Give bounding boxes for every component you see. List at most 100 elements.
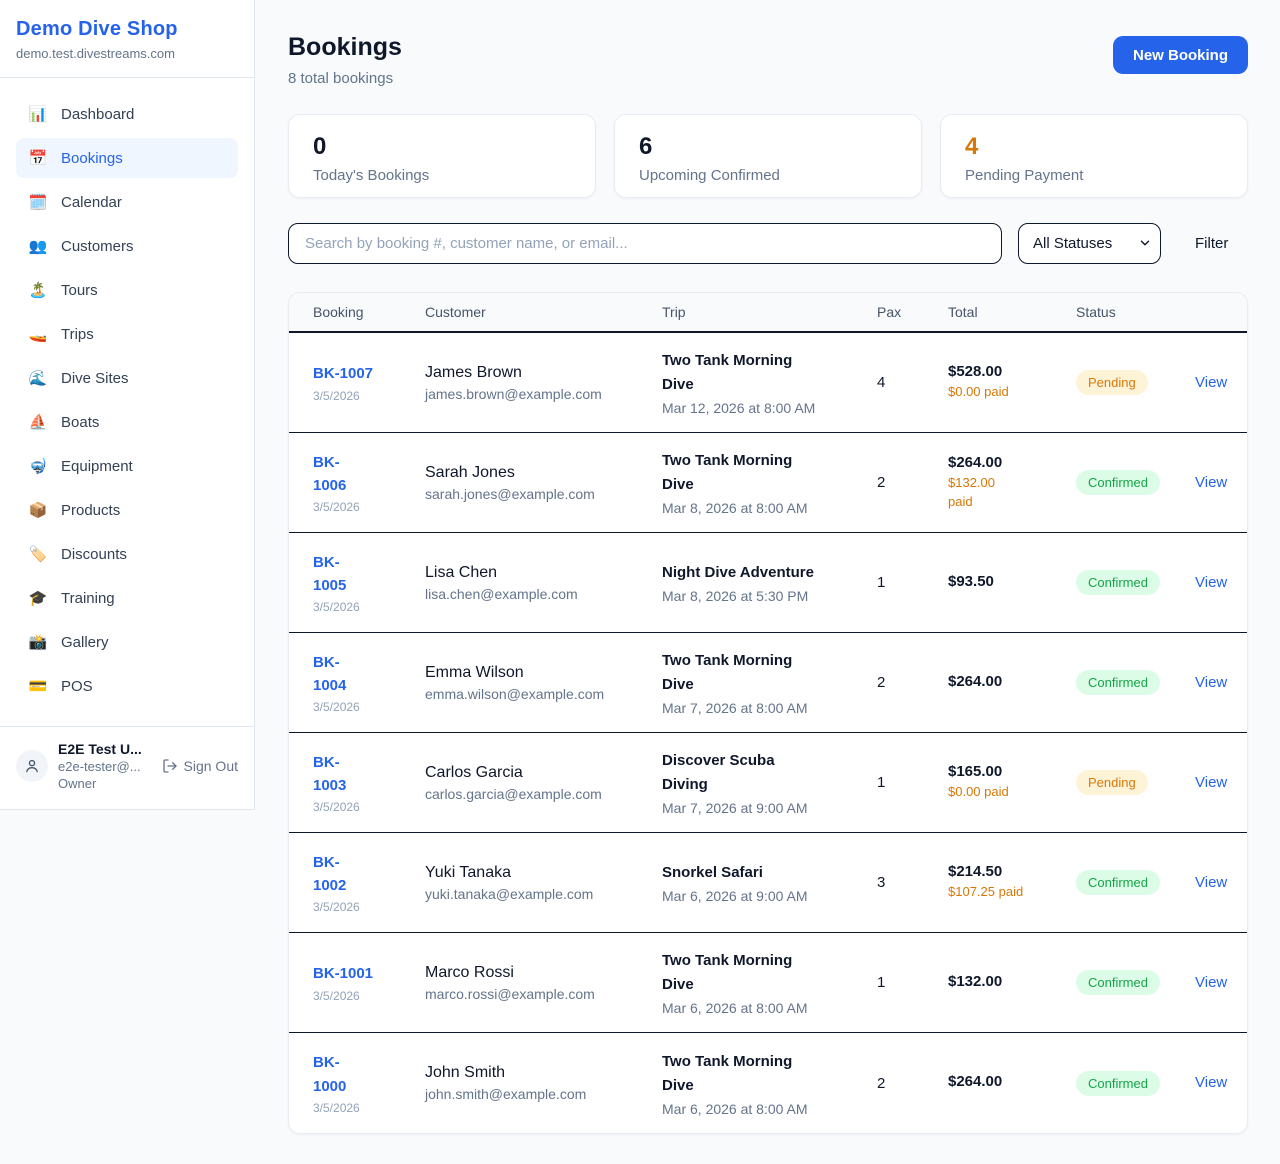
avatar bbox=[16, 750, 48, 782]
new-booking-button[interactable]: New Booking bbox=[1113, 36, 1248, 74]
pax-count: 2 bbox=[877, 1075, 948, 1092]
view-link[interactable]: View bbox=[1195, 674, 1227, 691]
sidebar-item-tours[interactable]: 🏝️Tours bbox=[16, 270, 238, 310]
pax-count: 1 bbox=[877, 774, 948, 791]
user-role: Owner bbox=[58, 776, 152, 791]
sidebar-item-calendar[interactable]: 🗓️Calendar bbox=[16, 182, 238, 222]
paid-amount: $0.00 paid bbox=[948, 783, 1032, 802]
sidebar-item-dashboard[interactable]: 📊Dashboard bbox=[16, 94, 238, 134]
view-link[interactable]: View bbox=[1195, 974, 1227, 991]
booking-id-link[interactable]: BK- 1003 bbox=[313, 751, 346, 798]
sidebar-item-discounts[interactable]: 🏷️Discounts bbox=[16, 534, 238, 574]
user-meta: E2E Test U... e2e-tester@... Owner bbox=[58, 741, 152, 791]
booking-id-link[interactable]: BK- 1000 bbox=[313, 1051, 346, 1098]
island-icon: 🏝️ bbox=[28, 281, 48, 299]
sidebar-item-gallery[interactable]: 📸Gallery bbox=[16, 622, 238, 662]
diving-mask-icon: 🤿 bbox=[28, 457, 48, 475]
person-icon bbox=[23, 757, 41, 775]
filter-button[interactable]: Filter bbox=[1195, 235, 1228, 252]
stat-card-pending-payment: 4 Pending Payment bbox=[940, 114, 1248, 198]
bar-chart-icon: 📊 bbox=[28, 105, 48, 123]
trip-name: Discover Scuba Diving bbox=[662, 749, 867, 797]
customer-name: Carlos Garcia bbox=[425, 764, 652, 782]
trip-name: Two Tank Morning Dive bbox=[662, 1050, 867, 1098]
column-header-trip: Trip bbox=[662, 304, 877, 320]
sidebar-item-label: Training bbox=[61, 590, 115, 607]
total-amount: $132.00 bbox=[948, 973, 1066, 990]
booking-id-link[interactable]: BK- 1005 bbox=[313, 551, 346, 598]
sidebar-item-label: Customers bbox=[61, 238, 134, 255]
user-email: e2e-tester@... bbox=[58, 759, 152, 774]
paid-amount: $132.00 paid bbox=[948, 474, 1032, 512]
sidebar-item-label: Trips bbox=[61, 326, 94, 343]
sidebar-nav: 📊Dashboard 📅Bookings 🗓️Calendar 👥 Custome… bbox=[0, 78, 254, 726]
sidebar-item-customers[interactable]: 👥 Customers bbox=[16, 226, 238, 266]
stat-card-todays-bookings: 0 Today's Bookings bbox=[288, 114, 596, 198]
camera-icon: 📸 bbox=[28, 633, 48, 651]
booking-date: 3/5/2026 bbox=[313, 389, 415, 403]
booking-id-link[interactable]: BK-1001 bbox=[313, 962, 373, 985]
view-link[interactable]: View bbox=[1195, 874, 1227, 891]
trip-date: Mar 7, 2026 at 9:00 AM bbox=[662, 800, 867, 816]
sidebar-item-bookings[interactable]: 📅Bookings bbox=[16, 138, 238, 178]
sidebar-item-training[interactable]: 🎓 Training bbox=[16, 578, 238, 618]
sidebar-item-label: Dive Sites bbox=[61, 370, 129, 387]
user-box: E2E Test U... e2e-tester@... Owner Sign … bbox=[0, 726, 254, 809]
column-header-customer: Customer bbox=[425, 304, 662, 320]
page-subtitle: 8 total bookings bbox=[288, 70, 402, 87]
customer-name: Sarah Jones bbox=[425, 464, 652, 482]
sidebar-item-dive-sites[interactable]: 🌊Dive Sites bbox=[16, 358, 238, 398]
brand-domain: demo.test.divestreams.com bbox=[16, 46, 230, 61]
total-amount: $165.00 bbox=[948, 763, 1066, 780]
table-row: BK-10013/5/2026 Marco Rossimarco.rossi@e… bbox=[289, 933, 1247, 1033]
view-link[interactable]: View bbox=[1195, 774, 1227, 791]
bookings-table: Booking Customer Trip Pax Total Status B… bbox=[288, 292, 1248, 1134]
people-icon: 👥 bbox=[28, 237, 48, 255]
view-link[interactable]: View bbox=[1195, 374, 1227, 391]
pax-count: 4 bbox=[877, 374, 948, 391]
sidebar-item-trips[interactable]: 🚤Trips bbox=[16, 314, 238, 354]
customer-email: marco.rossi@example.com bbox=[425, 986, 652, 1002]
view-link[interactable]: View bbox=[1195, 474, 1227, 491]
booking-id-link[interactable]: BK-1007 bbox=[313, 362, 373, 385]
sidebar-item-pos[interactable]: 💳POS bbox=[16, 666, 238, 706]
trip-name: Two Tank Morning Dive bbox=[662, 349, 867, 397]
status-select-wrap: All Statuses bbox=[1018, 223, 1161, 264]
total-amount: $264.00 bbox=[948, 1073, 1066, 1090]
booking-id-link[interactable]: BK- 1006 bbox=[313, 451, 346, 498]
booking-date: 3/5/2026 bbox=[313, 900, 415, 914]
paid-amount: $107.25 paid bbox=[948, 883, 1032, 902]
column-header-total: Total bbox=[948, 304, 1076, 320]
filter-row: All Statuses Filter bbox=[288, 223, 1248, 264]
trip-date: Mar 7, 2026 at 8:00 AM bbox=[662, 700, 867, 716]
sidebar-item-label: Boats bbox=[61, 414, 99, 431]
page-header: Bookings 8 total bookings New Booking bbox=[288, 33, 1248, 87]
sidebar-item-equipment[interactable]: 🤿Equipment bbox=[16, 446, 238, 486]
trip-name: Snorkel Safari bbox=[662, 861, 867, 885]
stat-label: Today's Bookings bbox=[313, 167, 571, 184]
view-link[interactable]: View bbox=[1195, 1074, 1227, 1091]
stat-card-upcoming-confirmed: 6 Upcoming Confirmed bbox=[614, 114, 922, 198]
status-select[interactable]: All Statuses bbox=[1018, 223, 1161, 264]
sidebar-item-label: Discounts bbox=[61, 546, 127, 563]
sidebar-item-products[interactable]: 📦Products bbox=[16, 490, 238, 530]
sidebar-item-boats[interactable]: ⛵Boats bbox=[16, 402, 238, 442]
graduation-cap-icon: 🎓 bbox=[28, 589, 48, 607]
paid-amount: $0.00 paid bbox=[948, 383, 1032, 402]
main-content: Bookings 8 total bookings New Booking 0 … bbox=[255, 0, 1280, 1164]
table-row: BK-10073/5/2026 James Brownjames.brown@e… bbox=[289, 333, 1247, 433]
sign-out-button[interactable]: Sign Out bbox=[162, 758, 238, 774]
status-badge: Pending bbox=[1076, 770, 1148, 795]
stat-value: 6 bbox=[639, 134, 897, 160]
sidebar: Demo Dive Shop demo.test.divestreams.com… bbox=[0, 0, 255, 810]
stats-cards: 0 Today's Bookings 6 Upcoming Confirmed … bbox=[288, 114, 1248, 198]
customer-email: john.smith@example.com bbox=[425, 1086, 652, 1102]
booking-id-link[interactable]: BK- 1002 bbox=[313, 851, 346, 898]
trip-date: Mar 6, 2026 at 9:00 AM bbox=[662, 888, 867, 904]
trip-name: Two Tank Morning Dive bbox=[662, 649, 867, 697]
page-title-block: Bookings 8 total bookings bbox=[288, 33, 402, 87]
stat-label: Pending Payment bbox=[965, 167, 1223, 184]
search-input[interactable] bbox=[288, 223, 1002, 264]
booking-id-link[interactable]: BK- 1004 bbox=[313, 651, 346, 698]
view-link[interactable]: View bbox=[1195, 574, 1227, 591]
